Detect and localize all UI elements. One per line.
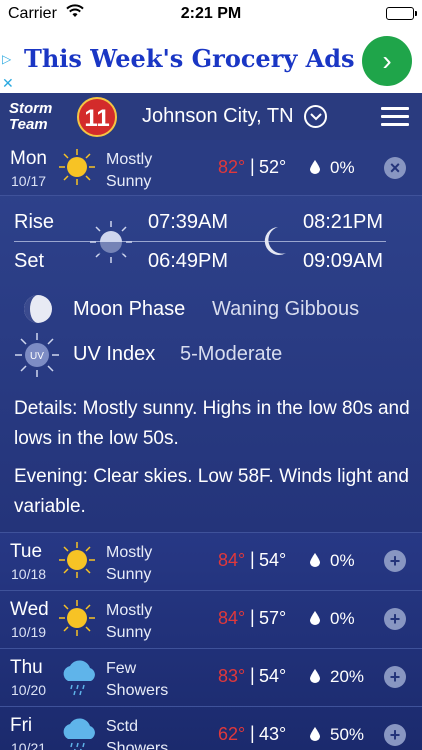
temp-separator: |: [250, 665, 255, 685]
chevron-down-icon[interactable]: [304, 105, 327, 128]
temp-separator: |: [250, 723, 255, 743]
raindrop-icon: [310, 669, 320, 688]
temp-separator: |: [250, 607, 255, 627]
set-label: Set: [14, 250, 45, 272]
sun-icon: [58, 148, 96, 186]
hamburger-menu-icon[interactable]: [381, 107, 409, 127]
app-header: Storm Team 11 Johnson City, TN: [0, 93, 422, 140]
moonrise-time: 08:21PM: [303, 211, 384, 233]
uv-sun-icon: UV: [14, 332, 60, 383]
temp-separator: |: [250, 549, 255, 569]
day-of-week: Mon: [10, 148, 47, 169]
condition-text: Sctd Showers: [106, 718, 169, 750]
expand-button[interactable]: +: [384, 724, 406, 746]
day-of-week: Wed: [10, 599, 49, 620]
sunset-time: 06:49PM: [148, 250, 229, 272]
moon-phase-icon: [22, 293, 54, 330]
svg-text:UV: UV: [30, 351, 44, 362]
low-temp: 43°: [259, 724, 287, 744]
status-bar: Carrier 2:21 PM: [0, 0, 422, 28]
condition-text: Mostly Sunny: [106, 602, 153, 641]
battery-icon: [386, 7, 417, 20]
high-temp: 62°: [218, 724, 246, 744]
location-title[interactable]: Johnson City, TN: [142, 105, 294, 128]
day-of-week: Tue: [10, 541, 43, 562]
low-temp: 54°: [259, 666, 287, 686]
day-row-today[interactable]: Mon 10/17 Mostly Sunny 82° | 52° 0% ×: [0, 140, 422, 196]
expand-button[interactable]: +: [384, 666, 406, 688]
day-date: 10/17: [11, 173, 47, 189]
raindrop-icon: [310, 553, 320, 572]
day-row[interactable]: Fri 10/21 Sctd Showers 62° | 43° 50% +: [0, 706, 422, 750]
temp-separator: |: [250, 156, 255, 176]
forecast-list: Tue 10/18 Mostly Sunny 84° | 54° 0% + Wed…: [0, 532, 422, 750]
rain-cloud-icon: [58, 715, 96, 750]
sunrise-sun-icon: [90, 221, 132, 268]
day-date: 10/20: [11, 682, 47, 698]
high-temp: 82°: [218, 157, 246, 177]
day-of-week: Thu: [10, 657, 43, 678]
high-temp: 83°: [218, 666, 246, 686]
expand-button[interactable]: +: [384, 550, 406, 572]
ad-close-icon[interactable]: ✕: [2, 75, 18, 91]
day-date: 10/19: [11, 624, 47, 640]
high-temp: 84°: [218, 550, 246, 570]
day-row[interactable]: Thu 10/20 Few Showers 83° | 54° 20% +: [0, 648, 422, 706]
precip-percent: 0%: [330, 609, 355, 628]
day-row[interactable]: Wed 10/19 Mostly Sunny 84° | 57° 0% +: [0, 590, 422, 648]
logo-number: 11: [77, 97, 117, 137]
ad-headline[interactable]: This Week's Grocery Ads »: [24, 44, 378, 73]
high-temp: 84°: [218, 608, 246, 628]
evening-text: Evening: Clear skies. Low 58F. Winds lig…: [14, 466, 409, 517]
uv-index-label: UV Index: [73, 343, 156, 365]
day-row[interactable]: Tue 10/18 Mostly Sunny 84° | 54° 0% +: [0, 532, 422, 590]
low-temp: 52°: [259, 157, 287, 177]
raindrop-icon: [310, 727, 320, 746]
ad-arrow-button[interactable]: ›: [362, 36, 412, 86]
moonset-time: 09:09AM: [303, 250, 384, 272]
precip-percent: 20%: [330, 667, 365, 686]
clock: 2:21 PM: [180, 5, 242, 22]
horizon-divider: [14, 241, 386, 242]
precip-percent: 0%: [330, 158, 355, 177]
expand-button[interactable]: +: [384, 608, 406, 630]
condition-text: Few Showers: [106, 660, 169, 699]
raindrop-icon: [310, 160, 320, 179]
collapse-button[interactable]: ×: [384, 157, 406, 179]
ad-choices-icon[interactable]: ▷: [2, 52, 18, 68]
low-temp: 57°: [259, 608, 287, 628]
day-date: 10/21: [11, 740, 47, 750]
precip-percent: 0%: [330, 551, 355, 570]
sun-icon: [58, 599, 96, 637]
rain-cloud-icon: [58, 657, 96, 696]
condition-text: Mostly Sunny: [106, 151, 153, 190]
details-text: Details: Mostly sunny. Highs in the low …: [14, 398, 410, 449]
ad-banner[interactable]: ▷ ✕ This Week's Grocery Ads » ›: [0, 28, 422, 93]
rise-label: Rise: [14, 211, 55, 233]
uv-index-value: 5-Moderate: [180, 343, 283, 365]
moon-phase-label: Moon Phase: [73, 298, 186, 320]
condition-text: Mostly Sunny: [106, 544, 153, 583]
day-date: 10/18: [11, 566, 47, 582]
raindrop-icon: [310, 611, 320, 630]
storm-team-logo: Storm Team 11: [9, 97, 124, 137]
sun-icon: [58, 541, 96, 579]
low-temp: 54°: [259, 550, 287, 570]
day-of-week: Fri: [10, 715, 33, 736]
precip-percent: 50%: [330, 725, 365, 744]
moon-crescent-icon: [260, 225, 288, 262]
moon-phase-value: Waning Gibbous: [212, 298, 360, 320]
logo-text: Storm Team: [9, 100, 53, 133]
sunrise-time: 07:39AM: [148, 211, 229, 233]
